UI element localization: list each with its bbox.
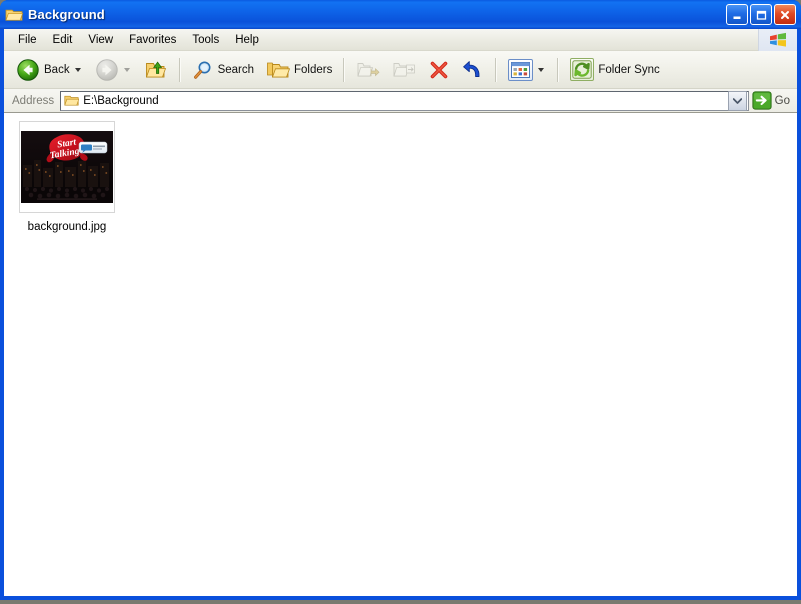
toolbar-separator-2: [343, 57, 346, 82]
menu-item-favorites[interactable]: Favorites: [121, 32, 184, 48]
folder-sync-label: Folder Sync: [598, 63, 660, 76]
up-one-level-icon: [145, 61, 166, 77]
list-item[interactable]: Start Talking background.jpg: [14, 121, 120, 235]
file-list-area[interactable]: Start Talking background.jpg: [4, 113, 797, 596]
thumbnail-image: Start Talking: [21, 131, 113, 203]
windows-flag-icon: [770, 32, 786, 47]
move-to-icon: [357, 62, 380, 76]
forward-arrow-icon: [95, 58, 118, 81]
delete-button[interactable]: [422, 55, 456, 85]
window-controls: [726, 4, 799, 25]
address-dropdown-button[interactable]: [727, 90, 747, 111]
maximize-button[interactable]: [750, 4, 772, 25]
folders-button[interactable]: Folders: [260, 55, 338, 85]
menu-item-file[interactable]: File: [10, 32, 45, 48]
thumbnail-frame: Start Talking: [19, 121, 115, 213]
search-icon: [193, 61, 211, 79]
menu-item-edit[interactable]: Edit: [45, 32, 81, 48]
views-button[interactable]: [502, 55, 552, 85]
move-to-button[interactable]: [350, 55, 386, 85]
copy-to-icon: [393, 62, 416, 76]
folders-button-label: Folders: [294, 63, 333, 76]
back-button-label: Back: [44, 63, 70, 76]
title-bar[interactable]: Background: [0, 0, 801, 29]
back-dropdown-arrow-icon[interactable]: [74, 67, 81, 72]
go-button[interactable]: Go: [749, 90, 795, 112]
close-button[interactable]: [774, 4, 796, 25]
start-talking-night-scene-icon: Start Talking: [21, 131, 113, 203]
folders-icon: [267, 62, 291, 77]
menu-item-tools[interactable]: Tools: [184, 32, 227, 48]
windows-flag-panel: [758, 28, 797, 51]
menu-item-help[interactable]: Help: [227, 32, 267, 48]
undo-icon: [463, 60, 480, 77]
go-button-label: Go: [774, 94, 790, 107]
go-arrow-icon: [752, 91, 772, 110]
file-name-label: background.jpg: [27, 221, 107, 233]
address-combo-box[interactable]: [60, 90, 749, 111]
forward-dropdown-arrow-icon[interactable]: [123, 67, 130, 72]
minimize-button[interactable]: [726, 4, 748, 25]
toolbar-separator-4: [557, 57, 560, 82]
window-title: Background: [28, 7, 105, 22]
toolbar-separator-3: [495, 57, 498, 82]
toolbar-separator: [178, 57, 181, 82]
explorer-window: Background File Edit View Favorites Tool…: [0, 0, 801, 600]
views-icon: [508, 58, 534, 81]
delete-icon: [431, 61, 448, 78]
folder-sync-button[interactable]: Folder Sync: [564, 55, 665, 85]
folder-icon: [64, 95, 80, 106]
search-button[interactable]: Search: [186, 55, 260, 85]
up-one-level-button[interactable]: [138, 55, 174, 85]
back-button[interactable]: Back: [10, 55, 89, 85]
toolbar: Back Search Folders Folder Sync: [4, 51, 797, 89]
address-input[interactable]: [83, 94, 728, 107]
copy-to-button[interactable]: [386, 55, 422, 85]
undo-button[interactable]: [456, 55, 490, 85]
folder-sync-icon: [570, 58, 595, 81]
back-arrow-icon: [17, 58, 39, 81]
search-button-label: Search: [217, 63, 255, 76]
address-bar: Address Go: [4, 89, 797, 113]
menu-item-view[interactable]: View: [80, 32, 121, 48]
views-dropdown-arrow-icon[interactable]: [538, 67, 545, 72]
menu-bar: File Edit View Favorites Tools Help: [4, 28, 797, 51]
address-label: Address: [12, 94, 55, 107]
chevron-down-icon: [732, 97, 742, 104]
forward-button[interactable]: [89, 55, 138, 85]
folder-icon: [5, 9, 23, 21]
